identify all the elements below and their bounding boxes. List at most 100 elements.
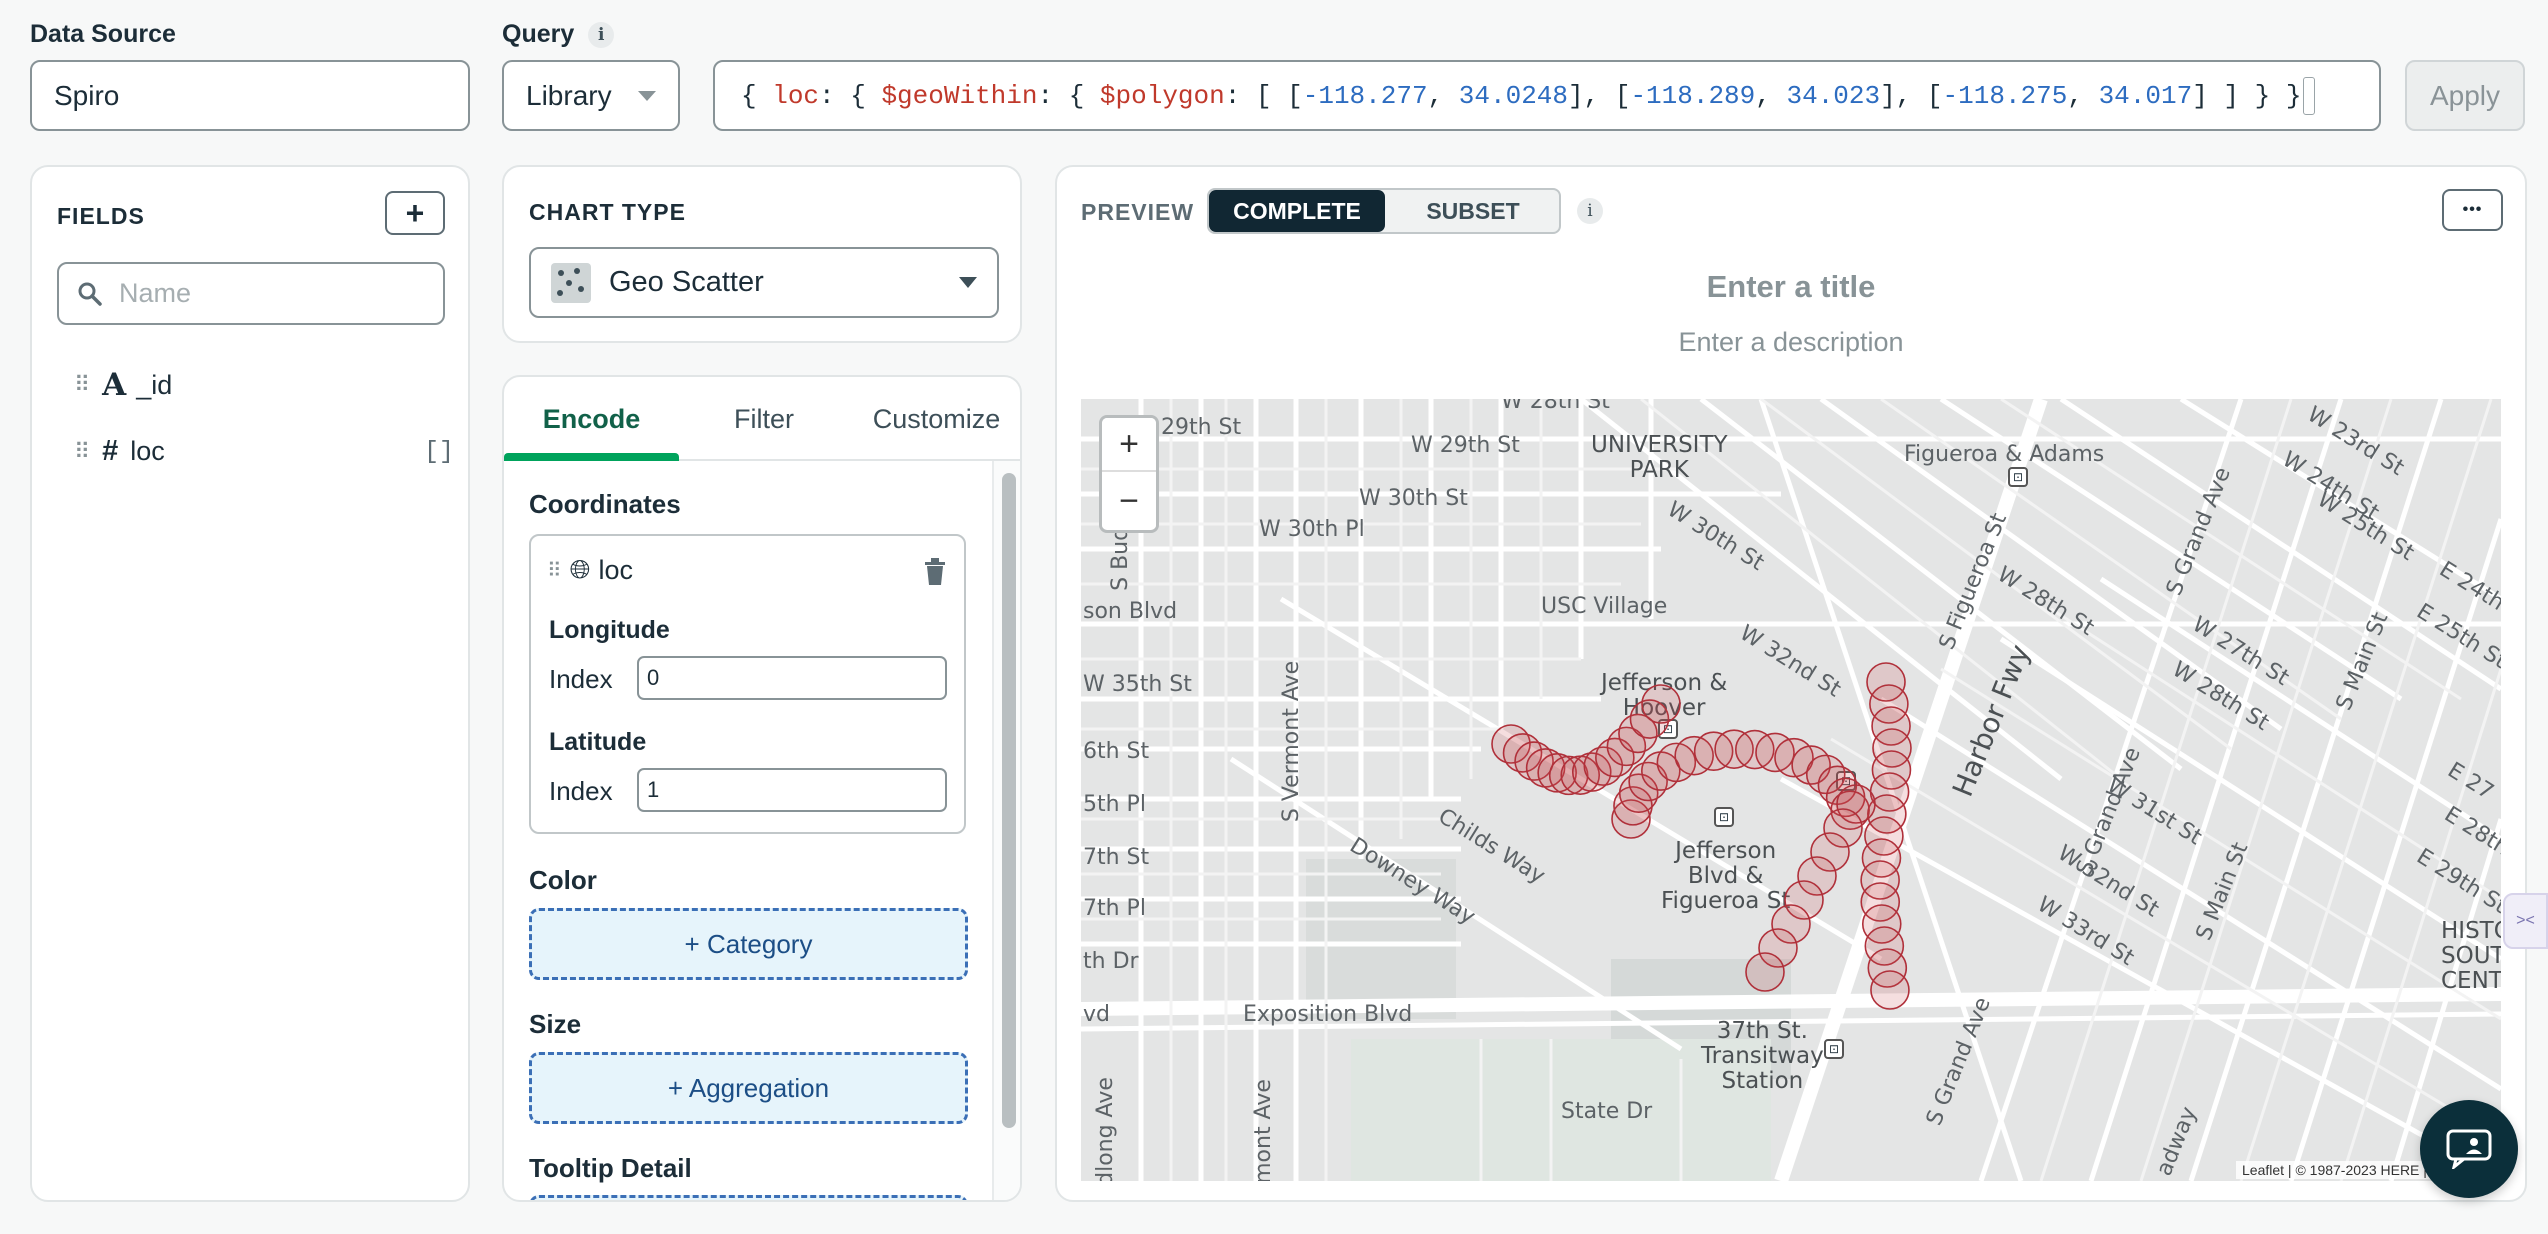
preview-panel: PREVIEW COMPLETE SUBSET i ••• Enter a ti… bbox=[1055, 165, 2527, 1202]
preview-label: PREVIEW bbox=[1081, 199, 1195, 225]
data-source-label: Data Source bbox=[30, 20, 176, 48]
drag-handle-icon[interactable]: ⠿ bbox=[547, 558, 562, 583]
query-token: 34.017 bbox=[2098, 80, 2193, 111]
preview-toggle: COMPLETE SUBSET bbox=[1207, 188, 1561, 234]
zoom-control: + − bbox=[1099, 415, 1159, 533]
field-item-id[interactable]: ⠿ A _id bbox=[74, 367, 172, 403]
chart-description-input[interactable]: Enter a description bbox=[1057, 327, 2525, 358]
geo-scatter-icon bbox=[551, 262, 591, 303]
size-label: Size bbox=[529, 1009, 582, 1039]
apply-button[interactable]: Apply bbox=[2405, 60, 2525, 131]
scrollbar-thumb[interactable] bbox=[1002, 473, 1016, 1128]
latitude-index-input[interactable]: 1 bbox=[637, 768, 947, 812]
chevron-down-icon bbox=[959, 277, 977, 288]
chart-type-title: CHART TYPE bbox=[529, 199, 686, 225]
data-source-field[interactable]: Spiro bbox=[30, 60, 470, 131]
size-aggregation-dropzone[interactable]: + Aggregation bbox=[529, 1052, 968, 1124]
query-token: $geoWithin bbox=[881, 80, 1038, 111]
tooltip-dropzone[interactable] bbox=[529, 1195, 968, 1200]
data-source-value: Spiro bbox=[54, 79, 120, 111]
map-canvas[interactable]: W 28th St 29th St W 29th St UNIVERSITY P… bbox=[1081, 399, 2501, 1181]
query-token: ] ] } } bbox=[2192, 80, 2302, 111]
longitude-index-label: Index bbox=[549, 664, 613, 694]
search-placeholder: Name bbox=[119, 278, 192, 308]
trash-icon[interactable] bbox=[923, 558, 947, 586]
complete-toggle[interactable]: COMPLETE bbox=[1209, 190, 1385, 232]
field-search-input[interactable]: Name bbox=[57, 262, 445, 325]
string-type-icon: A bbox=[102, 367, 127, 403]
fields-panel: FIELDS + Name ⠿ A _id ⠿ # loc [] bbox=[30, 165, 470, 1202]
query-token: ], [ bbox=[1568, 80, 1631, 111]
field-name: _id bbox=[136, 369, 173, 400]
latitude-index-label: Index bbox=[549, 776, 613, 806]
zoom-in-button[interactable]: + bbox=[1102, 418, 1156, 472]
query-token: : { bbox=[819, 80, 882, 111]
array-type-badge: [] bbox=[423, 437, 454, 466]
query-token: $polygon bbox=[1099, 80, 1225, 111]
query-token: ], [ bbox=[1880, 80, 1943, 111]
scatter-point[interactable] bbox=[1745, 952, 1785, 992]
coord-field-row[interactable]: ⠿ 🌐︎ loc bbox=[547, 554, 633, 586]
scatter-point[interactable] bbox=[1870, 970, 1910, 1010]
zoom-out-button[interactable]: − bbox=[1102, 474, 1156, 528]
drag-handle-icon[interactable]: ⠿ bbox=[74, 439, 90, 465]
longitude-index-input[interactable]: 0 bbox=[637, 656, 947, 700]
query-token: 34.023 bbox=[1786, 80, 1881, 111]
subset-toggle[interactable]: SUBSET bbox=[1385, 190, 1561, 232]
more-options-button[interactable]: ••• bbox=[2442, 189, 2503, 231]
tab-encode[interactable]: Encode bbox=[504, 377, 679, 461]
scatter-point[interactable] bbox=[1641, 684, 1681, 724]
geo-scatter-points bbox=[1491, 662, 1912, 1010]
query-token: : { bbox=[1037, 80, 1100, 111]
coord-field-name: loc bbox=[598, 554, 633, 585]
field-item-loc[interactable]: ⠿ # loc [] bbox=[74, 435, 454, 468]
chevron-down-icon bbox=[638, 90, 656, 101]
query-token: { bbox=[741, 80, 773, 111]
info-icon[interactable]: i bbox=[1577, 198, 1603, 224]
query-token: , bbox=[2067, 80, 2099, 111]
chart-type-dropdown[interactable]: Geo Scatter bbox=[529, 247, 999, 318]
chat-support-button[interactable] bbox=[2420, 1100, 2518, 1198]
collapse-icon: >< bbox=[2516, 912, 2535, 929]
query-text: { loc: { $geoWithin: { $polygon: [ [-118… bbox=[741, 81, 2301, 111]
longitude-index-value: 0 bbox=[647, 665, 660, 690]
query-label: Query bbox=[502, 20, 575, 48]
coordinates-label: Coordinates bbox=[529, 489, 681, 519]
active-tab-indicator bbox=[504, 453, 679, 461]
longitude-label: Longitude bbox=[549, 616, 670, 644]
query-token: -118.289 bbox=[1630, 80, 1756, 111]
chat-icon bbox=[2446, 1129, 2492, 1169]
query-token: loc bbox=[772, 80, 820, 111]
query-token: -118.277 bbox=[1302, 80, 1428, 111]
add-field-button[interactable]: + bbox=[385, 191, 445, 235]
latitude-index-value: 1 bbox=[647, 777, 660, 802]
query-input[interactable]: { loc: { $geoWithin: { $polygon: [ [-118… bbox=[713, 60, 2381, 131]
plus-icon: + bbox=[405, 194, 425, 231]
library-label: Library bbox=[526, 79, 612, 111]
color-category-dropzone[interactable]: + Category bbox=[529, 908, 968, 980]
text-cursor bbox=[2303, 76, 2316, 115]
info-icon[interactable]: i bbox=[588, 21, 615, 48]
query-token: 34.0248 bbox=[1458, 80, 1569, 111]
geo-icon: 🌐︎ bbox=[569, 554, 591, 584]
color-label: Color bbox=[529, 865, 597, 895]
query-token: , bbox=[1427, 80, 1459, 111]
scrollbar-track[interactable] bbox=[992, 461, 1020, 1200]
library-dropdown[interactable]: Library bbox=[502, 60, 680, 131]
latitude-label: Latitude bbox=[549, 728, 647, 756]
drag-handle-icon[interactable]: ⠿ bbox=[74, 372, 90, 398]
number-type-icon: # bbox=[102, 435, 119, 467]
tab-customize[interactable]: Customize bbox=[849, 377, 1020, 461]
side-drawer-tab[interactable]: >< bbox=[2503, 893, 2548, 949]
search-icon bbox=[78, 282, 102, 306]
chart-title-input[interactable]: Enter a title bbox=[1057, 269, 2525, 305]
chart-type-value: Geo Scatter bbox=[609, 266, 764, 298]
query-label-row: Query i bbox=[502, 20, 615, 49]
query-token: , bbox=[1755, 80, 1787, 111]
tooltip-detail-label: Tooltip Detail bbox=[529, 1153, 692, 1183]
fields-title: FIELDS bbox=[57, 203, 145, 229]
field-name: loc bbox=[130, 436, 165, 466]
chart-type-panel: CHART TYPE Geo Scatter bbox=[502, 165, 1022, 343]
tab-filter[interactable]: Filter bbox=[679, 377, 849, 461]
query-token: -118.275 bbox=[1942, 80, 2068, 111]
